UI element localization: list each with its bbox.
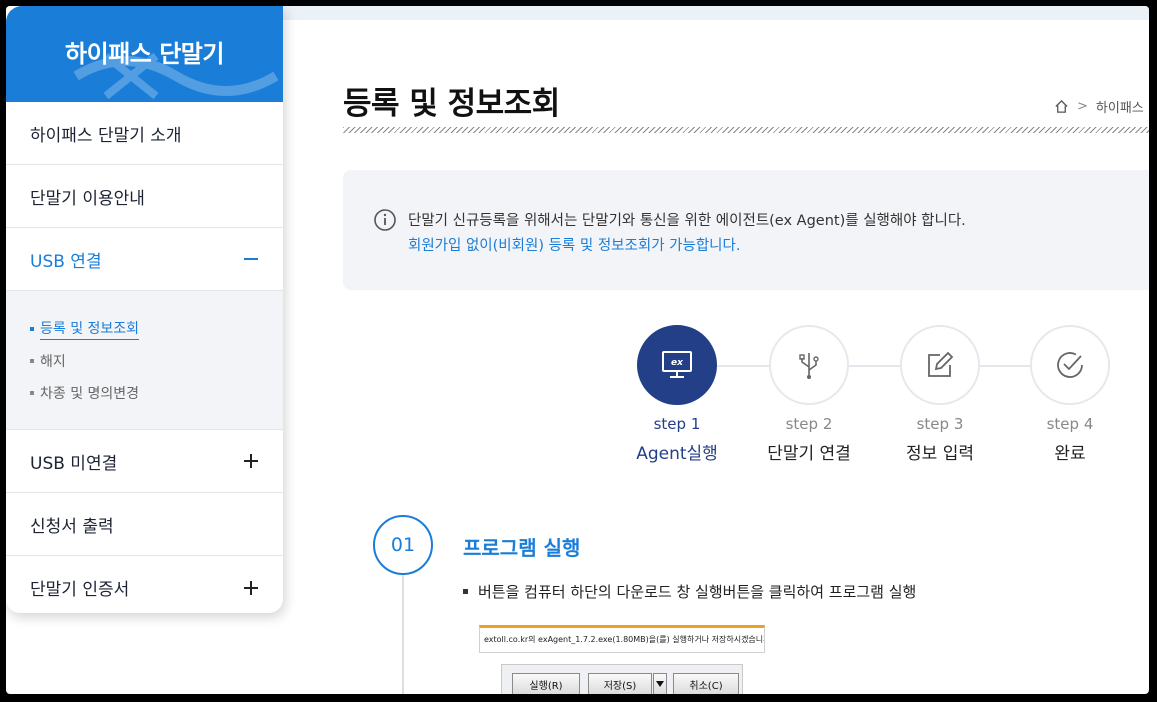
step-4: step 4 완료 [1010, 325, 1130, 464]
bullet-square [463, 589, 468, 594]
section-timeline [402, 575, 404, 694]
bullet-text: 버튼을 컴퓨터 하단의 다운로드 창 실행버튼을 클릭하여 프로그램 실행 [478, 583, 917, 601]
check-circle-icon [1057, 352, 1083, 378]
home-icon[interactable] [1054, 99, 1069, 114]
sidebar-item-label: USB 미연결 [30, 453, 118, 474]
plus-icon[interactable] [243, 453, 259, 469]
browser-frame: 하이패스 단말기 하이패스 단말기 소개 단말기 이용안내 USB 연결 등록 … [6, 6, 1149, 694]
sidebar: 하이패스 단말기 하이패스 단말기 소개 단말기 이용안내 USB 연결 등록 … [6, 6, 283, 613]
sidebar-item-label: 단말기 인증서 [30, 580, 130, 600]
run-button[interactable]: 실행(R) [512, 673, 580, 694]
page-title: 등록 및 정보조회 [343, 86, 560, 122]
cancel-button[interactable]: 취소(C) [673, 673, 739, 694]
sidebar-item-certificate[interactable]: 단말기 인증서 [6, 556, 283, 613]
svg-text:ex: ex [671, 358, 684, 368]
step-name: Agent실행 [636, 444, 718, 464]
title-divider [343, 127, 1149, 133]
submenu-item-change[interactable]: 차종 및 명의변경 [30, 377, 283, 409]
step-number: step 4 [1046, 415, 1094, 433]
step-circle [900, 325, 980, 405]
step-2: step 2 단말기 연결 [749, 325, 869, 464]
plus-icon[interactable] [243, 580, 259, 596]
sidebar-item-print[interactable]: 신청서 출력 [6, 493, 283, 556]
step-name: 단말기 연결 [767, 444, 851, 464]
breadcrumb: > 하이패스 [1054, 97, 1144, 116]
usb-icon [799, 353, 819, 379]
step-name: 완료 [1054, 444, 1086, 464]
step-name: 정보 입력 [906, 444, 974, 464]
submenu-item-register[interactable]: 등록 및 정보조회 [30, 313, 283, 345]
submenu-item-label: 등록 및 정보조회 [40, 318, 140, 340]
caret-down-icon [656, 681, 664, 687]
sidebar-item-label: 하이패스 단말기 소개 [30, 125, 182, 146]
step-circle: ex [637, 325, 717, 405]
sidebar-title: 하이패스 단말기 [65, 40, 224, 68]
download-buttons: 실행(R) 저장(S) 취소(C) [501, 664, 743, 694]
step-number: step 3 [916, 415, 964, 433]
info-text: 단말기 신규등록을 위해서는 단말기와 통신을 위한 에이전트(ex Agent… [408, 213, 966, 229]
info-icon [374, 209, 396, 231]
bullet-dot [30, 391, 34, 395]
download-prompt-text: extoll.co.kr의 exAgent_1.7.2.exe(1.80MB)을… [484, 635, 765, 644]
step-3: step 3 정보 입력 [880, 325, 1000, 464]
submenu-item-label: 해지 [40, 354, 66, 370]
chevron-right-icon: > [1077, 99, 1088, 114]
submenu: 등록 및 정보조회 해지 차종 및 명의변경 [6, 291, 283, 430]
submenu-item-cancel[interactable]: 해지 [30, 345, 283, 377]
info-note: 회원가입 없이(비회원) 등록 및 정보조회가 가능합니다. [408, 238, 741, 254]
save-button[interactable]: 저장(S) [588, 673, 652, 694]
section-title: 프로그램 실행 [463, 536, 581, 560]
save-button-label: 저장(S) [603, 680, 637, 692]
ex-monitor-icon: ex [662, 351, 692, 378]
submenu-item-label: 차종 및 명의변경 [40, 386, 140, 402]
bullet-dot [30, 327, 34, 331]
breadcrumb-item[interactable]: 하이패스 [1096, 97, 1144, 116]
sidebar-header: 하이패스 단말기 [6, 6, 283, 102]
cancel-button-label: 취소(C) [689, 680, 723, 692]
save-dropdown-button[interactable] [653, 673, 667, 694]
step-1: ex step 1 Agent실행 [617, 325, 737, 464]
sidebar-item-guide[interactable]: 단말기 이용안내 [6, 165, 283, 228]
run-button-label: 실행(R) [529, 680, 563, 692]
step-circle [769, 325, 849, 405]
section-bullet: 버튼을 컴퓨터 하단의 다운로드 창 실행버튼을 클릭하여 프로그램 실행 [463, 581, 916, 602]
section-number: 01 [373, 515, 433, 575]
step-circle [1030, 325, 1110, 405]
info-box: 단말기 신규등록을 위해서는 단말기와 통신을 위한 에이전트(ex Agent… [343, 170, 1149, 290]
sidebar-item-label: USB 연결 [30, 251, 102, 272]
sidebar-item-usb-disconnected[interactable]: USB 미연결 [6, 430, 283, 493]
edit-icon [928, 351, 954, 377]
sidebar-item-label: 신청서 출력 [30, 516, 114, 537]
top-strip [282, 6, 1149, 20]
step-number: step 2 [785, 415, 833, 433]
sidebar-item-label: 단말기 이용안내 [30, 188, 145, 209]
sidebar-item-usb-connected[interactable]: USB 연결 [6, 228, 283, 291]
bullet-dot [30, 359, 34, 363]
minus-icon[interactable] [243, 251, 259, 267]
download-prompt: extoll.co.kr의 exAgent_1.7.2.exe(1.80MB)을… [479, 625, 765, 653]
sidebar-item-intro[interactable]: 하이패스 단말기 소개 [6, 102, 283, 165]
step-number: step 1 [653, 415, 701, 433]
